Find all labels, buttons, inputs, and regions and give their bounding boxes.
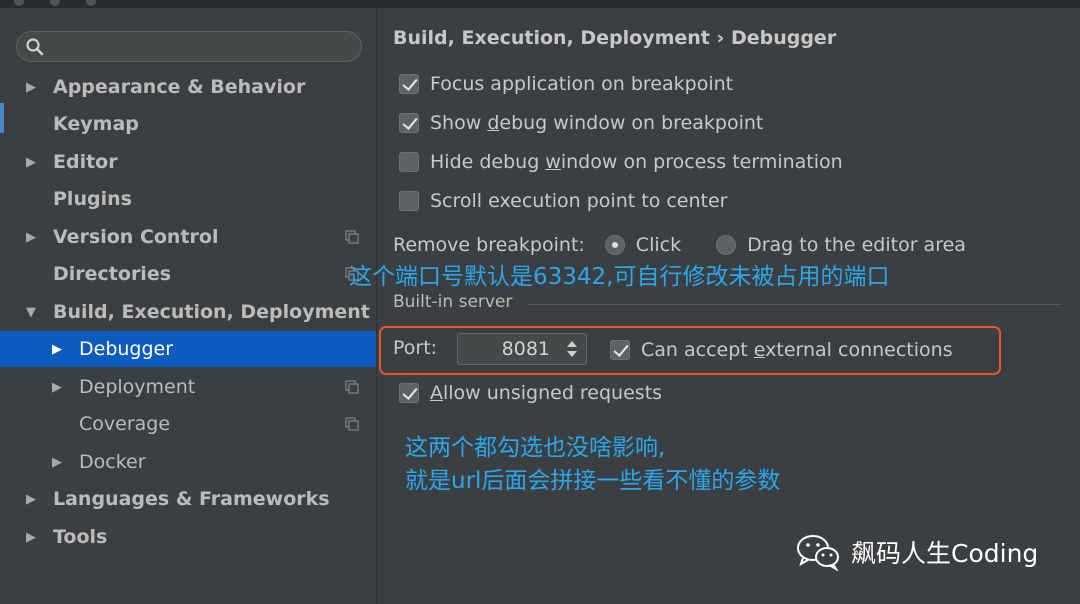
expand-arrow-icon[interactable]: ▶ <box>52 342 62 357</box>
expand-arrow-icon[interactable]: ▶ <box>26 155 36 170</box>
search-icon <box>26 38 44 56</box>
sidebar-item-label: Editor <box>53 151 118 173</box>
port-value[interactable]: 8081 <box>502 338 550 360</box>
sidebar-item-label: Languages & Frameworks <box>53 488 330 510</box>
drag-radio[interactable] <box>716 235 737 255</box>
debugger-settings-panel: Build, Execution, Deployment › Debugger … <box>377 8 1080 604</box>
search-field[interactable] <box>16 31 362 62</box>
option-label: Focus application on breakpoint <box>430 73 734 95</box>
external-connections-checkbox[interactable] <box>610 340 630 360</box>
sidebar-item-label: Keymap <box>53 113 139 135</box>
allow-unsigned-checkbox[interactable] <box>399 383 419 403</box>
project-scope-icon <box>345 417 359 431</box>
expand-arrow-icon[interactable]: ▶ <box>52 455 62 470</box>
sidebar-item-coverage[interactable]: Coverage <box>0 406 376 442</box>
expand-arrow-icon[interactable]: ▶ <box>26 230 36 245</box>
sidebar-item-label: Build, Execution, Deployment <box>53 301 370 323</box>
sidebar-item-label: Directories <box>53 263 172 285</box>
sidebar-item-keymap[interactable]: Keymap <box>0 106 376 142</box>
collapse-arrow-icon[interactable]: ▼ <box>26 305 36 320</box>
sidebar-item-editor[interactable]: ▶ Editor <box>0 144 376 180</box>
sidebar-item-docker[interactable]: ▶ Docker <box>0 444 376 480</box>
spinner-arrows-icon[interactable] <box>564 338 580 360</box>
settings-sidebar: ▶ Appearance & Behavior Keymap ▶ Editor … <box>0 8 377 604</box>
sidebar-item-debugger[interactable]: ▶ Debugger <box>0 331 376 367</box>
built-in-server-title: Built-in server <box>393 292 513 312</box>
port-input[interactable]: 8081 <box>457 333 587 365</box>
port-annotation: 这个端口号默认是63342,可自行修改未被占用的端口 <box>349 264 890 290</box>
sidebar-item-version-control[interactable]: ▶ Version Control <box>0 219 376 255</box>
expand-arrow-icon[interactable]: ▶ <box>26 530 36 545</box>
expand-arrow-icon[interactable]: ▶ <box>52 380 62 395</box>
show-debug-window-checkbox[interactable] <box>399 113 419 133</box>
focus-application-option[interactable]: Focus application on breakpoint <box>399 70 733 98</box>
window-top-strip <box>0 0 1080 8</box>
show-debug-window-option[interactable]: Show debug window on breakpoint <box>399 109 763 137</box>
port-label: Port: <box>393 337 438 359</box>
remove-breakpoint-row: Remove breakpoint: Click Drag to the edi… <box>393 231 966 259</box>
sidebar-item-deployment[interactable]: ▶ Deployment <box>0 369 376 405</box>
focus-application-checkbox[interactable] <box>399 74 419 94</box>
allow-unsigned-option[interactable]: Allow unsigned requests <box>399 379 662 407</box>
project-scope-icon <box>345 230 359 244</box>
scroll-execution-point-checkbox[interactable] <box>399 191 419 211</box>
sidebar-item-label: Tools <box>53 526 108 548</box>
sidebar-item-label: Version Control <box>53 226 219 248</box>
watermark-text: 飙码人生Coding <box>851 539 1039 568</box>
sidebar-item-tools[interactable]: ▶ Tools <box>0 519 376 555</box>
window-controls <box>14 0 96 6</box>
drag-radio-label[interactable]: Drag to the editor area <box>747 234 966 256</box>
sidebar-item-build-execution-deployment[interactable]: ▼ Build, Execution, Deployment <box>0 294 376 330</box>
breadcrumb: Build, Execution, Deployment › Debugger <box>393 27 837 49</box>
option-label: Allow unsigned requests <box>430 382 663 404</box>
option-label: Show debug window on breakpoint <box>430 112 764 134</box>
expand-arrow-icon[interactable]: ▶ <box>26 80 36 95</box>
option-label: Can accept external connections <box>641 339 953 361</box>
sidebar-item-label: Coverage <box>79 413 171 435</box>
checkbox-annotation-line2: 就是url后面会拼接一些看不懂的参数 <box>405 468 781 494</box>
sidebar-item-appearance-behavior[interactable]: ▶ Appearance & Behavior <box>0 69 376 105</box>
sidebar-item-label: Appearance & Behavior <box>53 76 306 98</box>
sidebar-item-languages-frameworks[interactable]: ▶ Languages & Frameworks <box>0 481 376 517</box>
section-divider <box>527 304 1062 305</box>
hide-debug-window-checkbox[interactable] <box>399 152 419 172</box>
expand-arrow-icon[interactable]: ▶ <box>26 492 36 507</box>
wechat-icon <box>797 535 839 571</box>
sidebar-item-label: Docker <box>79 451 146 473</box>
checkbox-annotation-line1: 这两个都勾选也没啥影响, <box>405 435 666 461</box>
click-radio[interactable] <box>604 235 625 255</box>
external-connections-option[interactable]: Can accept external connections <box>610 336 953 364</box>
sidebar-item-directories[interactable]: Directories <box>0 256 376 292</box>
sidebar-item-plugins[interactable]: Plugins <box>0 181 376 217</box>
project-scope-icon <box>345 380 359 394</box>
scroll-execution-point-option[interactable]: Scroll execution point to center <box>399 187 728 215</box>
sidebar-item-label: Plugins <box>53 188 132 210</box>
option-label: Hide debug window on process termination <box>430 151 843 173</box>
option-label: Scroll execution point to center <box>430 190 728 212</box>
sidebar-item-label: Debugger <box>79 338 174 360</box>
hide-debug-window-option[interactable]: Hide debug window on process termination <box>399 148 843 176</box>
click-radio-label[interactable]: Click <box>636 234 681 256</box>
watermark: 飙码人生Coding <box>795 532 1038 572</box>
remove-breakpoint-label: Remove breakpoint: <box>393 234 585 256</box>
sidebar-item-label: Deployment <box>79 376 196 398</box>
